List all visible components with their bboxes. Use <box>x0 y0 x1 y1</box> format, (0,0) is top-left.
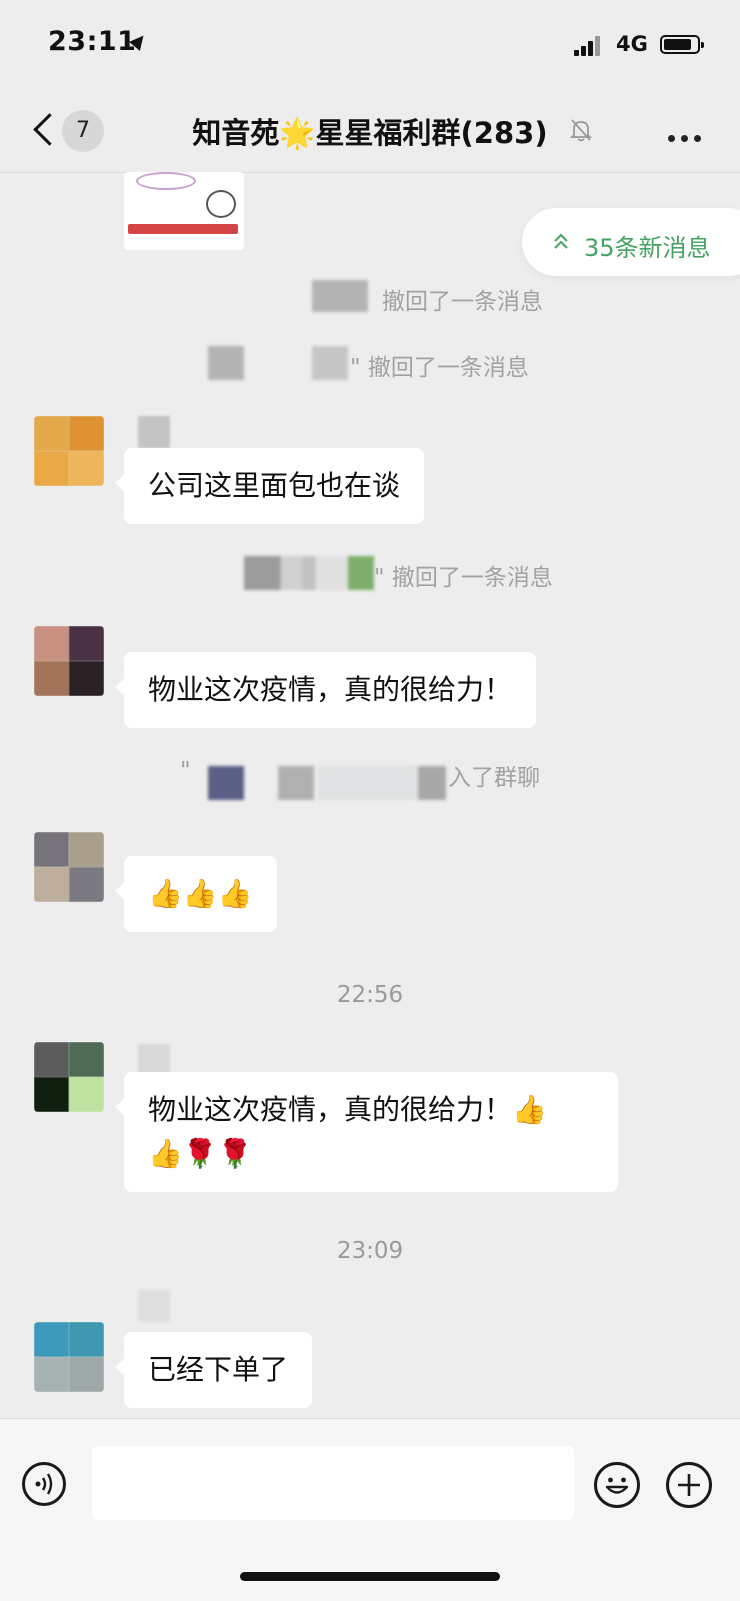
blurred-name <box>278 766 314 800</box>
chat-title-left: 知音苑 <box>192 116 280 150</box>
home-indicator[interactable] <box>240 1572 500 1581</box>
status-time: 23:11 <box>48 26 137 57</box>
more-options-icon[interactable] <box>668 127 707 146</box>
message-bubble[interactable]: 👍👍👍 <box>115 856 277 932</box>
sender-name <box>138 416 170 448</box>
emoji-icon[interactable] <box>594 1462 640 1508</box>
join-quote: " <box>180 758 191 784</box>
timestamp: 23:09 <box>336 1238 404 1264</box>
voice-input-icon[interactable] <box>22 1462 66 1506</box>
new-messages-button[interactable]: 35条新消息 <box>522 208 740 276</box>
star-icon: 🌟 <box>279 116 316 150</box>
recall-notice: " 撤回了一条消息 <box>350 355 529 381</box>
blurred-name <box>208 346 244 380</box>
double-chevron-up-icon <box>554 233 568 249</box>
chat-title-right: 星星福利群(283) <box>315 116 548 150</box>
blurred-name <box>312 280 368 312</box>
message-bubble[interactable]: 物业这次疫情，真的很给力！ <box>114 652 537 728</box>
network-type: 4G <box>616 32 648 56</box>
message-line: 物业这次疫情，真的很给力！👍 <box>148 1093 547 1126</box>
message-bubble[interactable]: 已经下单了 <box>114 1332 313 1408</box>
mute-bell-icon <box>570 119 592 142</box>
sender-name <box>138 1290 170 1322</box>
blurred-name <box>208 766 244 800</box>
avatar[interactable] <box>34 832 104 902</box>
message-input[interactable] <box>92 1446 574 1520</box>
message-line: 👍🌹🌹 <box>148 1137 253 1170</box>
blurred-name <box>318 766 418 800</box>
new-messages-label: 35条新消息 <box>584 234 711 262</box>
battery-icon <box>660 35 704 54</box>
blurred-name <box>244 556 374 590</box>
blurred-name <box>312 346 348 380</box>
avatar[interactable] <box>34 416 104 486</box>
timestamp: 22:56 <box>336 982 404 1008</box>
signal-icon <box>574 36 600 56</box>
join-notice: 入了群聊 <box>448 765 540 791</box>
message-bubble[interactable]: 物业这次疫情，真的很给力！👍 👍🌹🌹 <box>115 1072 618 1192</box>
avatar[interactable] <box>34 1322 104 1392</box>
recall-notice: " 撤回了一条消息 <box>374 565 553 591</box>
blurred-name <box>418 766 446 800</box>
chat-title: 知音苑🌟星星福利群(283) <box>0 110 740 152</box>
avatar[interactable] <box>34 626 104 696</box>
avatar[interactable] <box>34 1042 104 1112</box>
plus-icon[interactable] <box>666 1462 712 1508</box>
message-bubble[interactable]: 公司这里面包也在谈 <box>114 448 425 524</box>
image-message[interactable] <box>124 172 244 250</box>
recall-notice: 撤回了一条消息 <box>382 289 543 315</box>
